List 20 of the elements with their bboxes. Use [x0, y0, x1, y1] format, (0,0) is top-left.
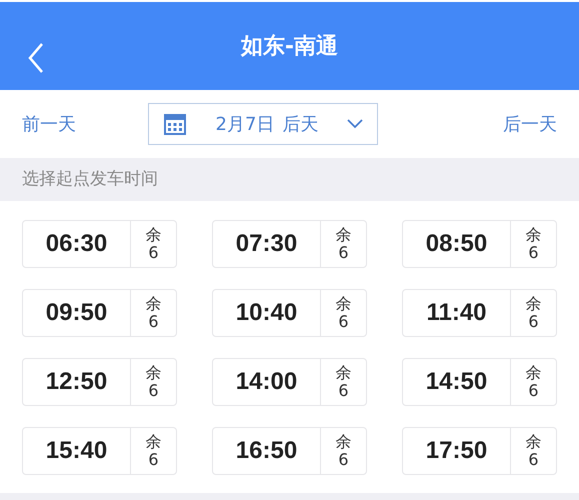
departure-slot[interactable]: 14:50 余 6: [402, 358, 557, 406]
departure-slot[interactable]: 15:40 余 6: [22, 427, 177, 475]
page-title: 如东-南通: [240, 32, 338, 60]
calendar-icon: [163, 112, 187, 136]
date-picker[interactable]: 2月7日 后天: [148, 103, 378, 145]
departure-slot[interactable]: 07:30 余 6: [212, 220, 367, 268]
departure-slot[interactable]: 16:50 余 6: [212, 427, 367, 475]
departure-slot[interactable]: 17:50 余 6: [402, 427, 557, 475]
departure-slot[interactable]: 10:40 余 6: [212, 289, 367, 337]
departure-slot[interactable]: 06:30 余 6: [22, 220, 177, 268]
departure-slot[interactable]: 12:50 余 6: [22, 358, 177, 406]
section-label: 选择起点发车时间: [22, 168, 158, 191]
departure-slot[interactable]: 09:50 余 6: [22, 289, 177, 337]
departure-slot[interactable]: 11:40 余 6: [402, 289, 557, 337]
departure-slot[interactable]: 14:00 余 6: [212, 358, 367, 406]
chevron-down-icon: [347, 119, 363, 129]
back-icon[interactable]: [28, 42, 44, 74]
previous-day-link[interactable]: 前一天: [22, 110, 76, 138]
next-day-link[interactable]: 后一天: [503, 110, 557, 138]
departure-slot[interactable]: 08:50 余 6: [402, 220, 557, 268]
